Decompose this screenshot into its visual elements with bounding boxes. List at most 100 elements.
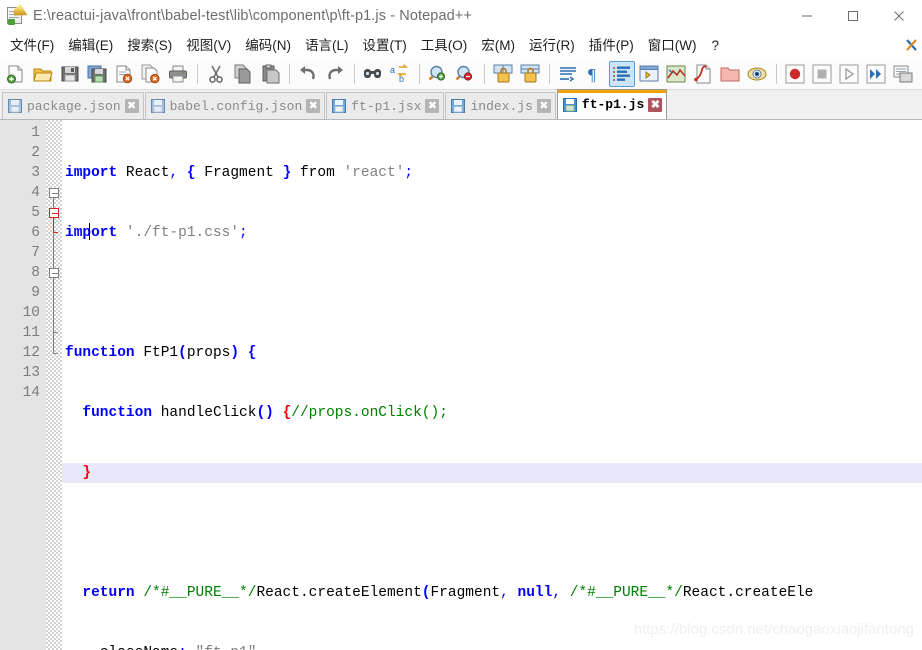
code-line-9: className: "ft-p1", (65, 643, 922, 650)
menu-view[interactable]: 视图(V) (179, 36, 238, 56)
menu-macro[interactable]: 宏(M) (474, 36, 522, 56)
menu-search[interactable]: 搜索(S) (120, 36, 179, 56)
code-editor[interactable]: 1 2 3 4 5 6 7 8 9 10 11 12 13 14 import … (0, 120, 922, 650)
minimize-icon[interactable] (784, 0, 830, 32)
tab-close-button[interactable]: ✖ (536, 99, 551, 113)
fold-row (46, 363, 62, 383)
svg-text:a: a (390, 65, 395, 75)
fold-row (46, 123, 62, 143)
save-icon[interactable] (57, 61, 83, 87)
copy-icon[interactable] (230, 61, 256, 87)
menu-language[interactable]: 语言(L) (298, 36, 356, 56)
toolbar: a b ¶ (0, 59, 922, 90)
fold-toggle-line-5[interactable] (46, 203, 62, 223)
undo-icon[interactable] (295, 61, 321, 87)
menu-plugins[interactable]: 插件(P) (582, 36, 641, 56)
code-line-4: function FtP1(props) { (65, 345, 257, 361)
menu-run[interactable]: 运行(R) (522, 36, 582, 56)
fold-row (46, 383, 62, 403)
fold-row (46, 303, 62, 323)
record-macro-icon[interactable] (782, 61, 808, 87)
line-number: 7 (31, 245, 40, 261)
close-file-icon[interactable] (111, 61, 137, 87)
line-number: 2 (31, 145, 40, 161)
open-file-icon[interactable] (30, 61, 56, 87)
sync-horizontal-scroll-icon[interactable] (517, 61, 543, 87)
code-line-2: import './ft-p1.css'; (65, 225, 248, 241)
function-list-icon[interactable] (690, 61, 716, 87)
line-number: 5 (31, 205, 40, 221)
menu-settings[interactable]: 设置(T) (356, 36, 414, 56)
replace-icon[interactable]: a b (387, 61, 413, 87)
line-number: 3 (31, 165, 40, 181)
tab-ft-p1-jsx[interactable]: ft-p1.jsx ✖ (326, 92, 445, 119)
folder-as-workspace-icon[interactable] (717, 61, 743, 87)
menu-encoding[interactable]: 编码(N) (238, 36, 298, 56)
code-line-5: function handleClick() {//props.onClick(… (82, 405, 448, 421)
watermark: https://blog.csdn.net/chaogaoxiaojifanto… (633, 621, 914, 638)
stop-recording-icon[interactable] (809, 61, 835, 87)
fold-margin[interactable] (46, 120, 62, 650)
tab-label: index.js (470, 98, 533, 114)
save-all-icon[interactable] (84, 61, 110, 87)
line-number: 14 (22, 385, 40, 401)
line-number-gutter: 1 2 3 4 5 6 7 8 9 10 11 12 13 14 (0, 120, 46, 650)
play-macro-icon[interactable] (836, 61, 862, 87)
fold-row (46, 143, 62, 163)
toolbar-separator (289, 64, 290, 84)
fold-row (46, 323, 62, 343)
line-number: 8 (31, 265, 40, 281)
code-content[interactable]: import React, { Fragment } from 'react';… (62, 120, 922, 650)
document-map-icon[interactable] (663, 61, 689, 87)
line-number: 4 (31, 185, 40, 201)
tab-close-button[interactable]: ✖ (306, 99, 321, 113)
show-all-characters-icon[interactable]: ¶ (582, 61, 608, 87)
active-tab-indicator (557, 90, 667, 93)
zoom-out-icon[interactable] (452, 61, 478, 87)
print-icon[interactable] (165, 61, 191, 87)
new-file-icon[interactable] (3, 61, 29, 87)
paste-icon[interactable] (257, 61, 283, 87)
word-wrap-icon[interactable] (555, 61, 581, 87)
fold-row (46, 163, 62, 183)
saved-file-icon (451, 99, 466, 113)
zoom-in-icon[interactable] (425, 61, 451, 87)
close-icon[interactable] (876, 0, 922, 32)
tab-package-json[interactable]: package.json ✖ (2, 92, 144, 119)
tab-close-button[interactable]: ✖ (425, 99, 440, 113)
cut-icon[interactable] (203, 61, 229, 87)
tab-label: ft-p1.js (581, 97, 645, 112)
find-icon[interactable] (360, 61, 386, 87)
show-user-defined-dialog-icon[interactable] (636, 61, 662, 87)
tab-bar: package.json ✖ babel.config.json ✖ ft-p1… (0, 89, 922, 120)
line-number: 12 (22, 345, 40, 361)
menu-edit[interactable]: 编辑(E) (61, 36, 120, 56)
tab-babel-config-json[interactable]: babel.config.json ✖ (144, 92, 326, 119)
show-indent-guide-icon[interactable] (609, 61, 635, 87)
tab-index-js[interactable]: index.js ✖ (445, 92, 556, 119)
notepad-plus-plus-icon (6, 6, 26, 26)
maximize-icon[interactable] (830, 0, 876, 32)
toolbar-separator (549, 64, 550, 84)
line-number: 13 (22, 365, 40, 381)
monitor-icon[interactable] (744, 61, 770, 87)
run-macro-multiple-icon[interactable] (863, 61, 889, 87)
fold-toggle-line-8[interactable] (46, 263, 62, 283)
menu-file[interactable]: 文件(F) (3, 36, 61, 56)
close-document-icon[interactable] (905, 37, 921, 53)
tab-close-button[interactable]: ✖ (124, 99, 139, 113)
menu-window[interactable]: 窗口(W) (641, 36, 704, 56)
toolbar-separator (197, 64, 198, 84)
tab-ft-p1-js[interactable]: ft-p1.js ✖ (556, 89, 668, 119)
redo-icon[interactable] (322, 61, 348, 87)
menu-help[interactable]: ? (703, 36, 727, 56)
line-number: 11 (22, 325, 40, 341)
tab-label: ft-p1.jsx (351, 98, 422, 114)
close-all-files-icon[interactable] (138, 61, 164, 87)
save-macro-icon[interactable] (890, 61, 916, 87)
menu-tools[interactable]: 工具(O) (414, 36, 475, 56)
tab-close-button[interactable]: ✖ (648, 97, 663, 112)
fold-toggle-line-4[interactable] (46, 183, 62, 203)
toolbar-separator (484, 64, 485, 84)
sync-vertical-scroll-icon[interactable] (490, 61, 516, 87)
